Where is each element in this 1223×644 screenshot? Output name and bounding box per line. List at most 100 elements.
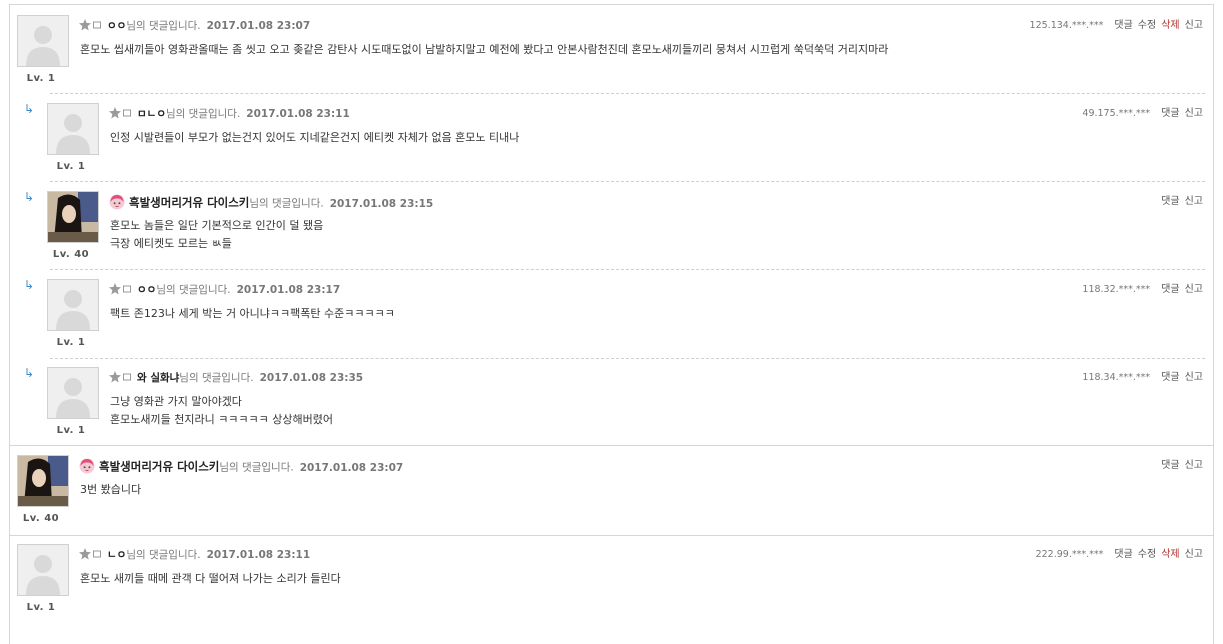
avatar[interactable] <box>47 367 99 419</box>
member-icon <box>79 458 95 477</box>
comment-item: Lv. 1 ㄴㅇ님의 댓글입니다. 2017.01.08 23:11 혼모노 새끼들 … <box>10 544 1213 628</box>
comment-text: 혼모노 씹새끼들아 영화관올때는 좀 씻고 오고 좆같은 감탄사 시도때도없이 … <box>80 43 889 56</box>
comment-text: 혼모노 새끼들 때메 관객 다 떨어져 나가는 소리가 들린다 <box>80 572 341 585</box>
user-level: Lv. 1 <box>56 161 86 172</box>
avatar[interactable] <box>17 15 69 67</box>
avatar[interactable] <box>47 191 99 243</box>
reply-arrow-icon: ↳ <box>24 102 35 116</box>
user-level: Lv. 1 <box>56 425 86 436</box>
anonymous-icon <box>109 282 133 298</box>
author-suffix: 님의 댓글입니다. <box>156 284 231 296</box>
delete-button[interactable]: 삭제 <box>1161 20 1179 31</box>
anonymous-icon <box>79 547 103 563</box>
reply-item: ↳ Lv. 1 와 실화냐님의 댓글입니다. 2017.01.08 23:35 그냥 영… <box>10 366 1213 451</box>
anonymous-icon <box>109 370 133 386</box>
reply-button[interactable]: 댓글 <box>1161 372 1179 383</box>
comment-header: 흑발생머리거유 다이스키님의 댓글입니다. 2017.01.08 23:15 <box>109 194 433 210</box>
reply-arrow-icon: ↳ <box>24 366 35 380</box>
author-ip: 118.34.***.*** <box>1082 372 1151 383</box>
comment-text: 그냥 영화관 가지 말아야겠다 <box>110 395 242 408</box>
comment-header: ㅁㄴㅇ님의 댓글입니다. 2017.01.08 23:11 <box>109 106 350 122</box>
comment-text: 팩트 존123나 세게 박는 거 아니냐ㅋㅋ팩폭탄 수준ㅋㅋㅋㅋㅋ <box>110 307 395 320</box>
comment-header: ㅇㅇ님의 댓글입니다. 2017.01.08 23:07 <box>79 18 310 34</box>
author-suffix: 님의 댓글입니다. <box>179 372 254 384</box>
report-button[interactable]: 신고 <box>1185 460 1203 471</box>
comment-date: 2017.01.08 23:11 <box>206 549 311 561</box>
comment-actions: 118.34.***.*** 댓글 신고 <box>1082 368 1203 383</box>
author-suffix: 님의 댓글입니다. <box>219 461 294 474</box>
comment-actions: 222.99.***.*** 댓글 수정 삭제 신고 <box>1036 545 1203 560</box>
comment-list: Lv. 1 ㅇㅇ님의 댓글입니다. 2017.01.08 23:07 혼모노 씹새끼들… <box>9 4 1214 644</box>
reply-button[interactable]: 댓글 <box>1161 460 1179 471</box>
comment-date: 2017.01.08 23:11 <box>246 108 350 120</box>
author-suffix: 님의 댓글입니다. <box>126 20 201 32</box>
author-ip: 222.99.***.*** <box>1035 549 1104 560</box>
user-level: Lv. 1 <box>56 337 86 348</box>
anonymous-icon <box>79 18 103 34</box>
avatar[interactable] <box>47 279 99 331</box>
delete-button[interactable]: 삭제 <box>1161 549 1179 560</box>
author-suffix: 님의 댓글입니다. <box>249 197 324 210</box>
user-level: Lv. 40 <box>22 513 60 524</box>
author-suffix: 님의 댓글입니다. <box>126 549 201 561</box>
author-nickname[interactable]: 흑발생머리거유 다이스키 <box>99 460 219 474</box>
edit-button[interactable]: 수정 <box>1138 20 1156 31</box>
author-nickname[interactable]: ㅁㄴㅇ <box>137 108 166 120</box>
comment-actions: 댓글 신고 <box>1156 192 1203 207</box>
avatar[interactable] <box>17 455 69 507</box>
comment-actions: 125.134.***.*** 댓글 수정 삭제 신고 <box>1030 16 1203 31</box>
reply-arrow-icon: ↳ <box>24 278 35 292</box>
member-icon <box>109 194 125 213</box>
reply-item: ↳ Lv. 1 ㅇㅇ님의 댓글입니다. 2017.01.08 23:17 팩트 존123… <box>10 278 1213 363</box>
comment-text: 극장 에티켓도 모르는 ㅄ들 <box>110 237 232 250</box>
comment-item: Lv. 1 ㅇㅇ님의 댓글입니다. 2017.01.08 23:07 혼모노 씹새끼들… <box>10 15 1213 99</box>
reply-button[interactable]: 댓글 <box>1161 196 1179 207</box>
comment-text: 혼모노 놈들은 일단 기본적으로 인간이 덜 됐음 <box>110 219 324 232</box>
author-ip: 118.32.***.*** <box>1082 284 1151 295</box>
author-ip: 125.134.***.*** <box>1029 20 1104 31</box>
user-level: Lv. 1 <box>26 602 56 613</box>
comment-actions: 118.32.***.*** 댓글 신고 <box>1082 280 1203 295</box>
comment-text: 인정 시발련들이 부모가 없는건지 있어도 지네같은건지 에티켓 자체가 없음 … <box>110 131 520 144</box>
author-ip: 49.175.***.*** <box>1082 108 1151 119</box>
comment-header: 흑발생머리거유 다이스키님의 댓글입니다. 2017.01.08 23:07 <box>79 458 403 474</box>
comment-date: 2017.01.08 23:15 <box>329 197 434 210</box>
anonymous-icon <box>109 106 133 122</box>
report-button[interactable]: 신고 <box>1185 549 1203 560</box>
author-suffix: 님의 댓글입니다. <box>165 108 241 120</box>
author-nickname[interactable]: ㄴㅇ <box>107 549 126 561</box>
reply-item: ↳ Lv. 1 ㅁㄴㅇ님의 댓글입니다. 2017.01.08 23:11 인정 시발련… <box>10 102 1213 187</box>
author-nickname[interactable]: 흑발생머리거유 다이스키 <box>129 196 249 210</box>
avatar[interactable] <box>17 544 69 596</box>
reply-item: ↳ Lv. 40 흑발생머리거유 다이스키님의 댓글입니다. 2017.01.08 2… <box>10 190 1213 275</box>
user-level: Lv. 40 <box>52 249 90 260</box>
edit-button[interactable]: 수정 <box>1138 549 1156 560</box>
comment-actions: 댓글 신고 <box>1156 456 1203 471</box>
comment-date: 2017.01.08 23:35 <box>259 372 364 384</box>
reply-button[interactable]: 댓글 <box>1161 284 1179 295</box>
report-button[interactable]: 신고 <box>1185 108 1203 119</box>
comment-header: ㅇㅇ님의 댓글입니다. 2017.01.08 23:17 <box>109 282 340 298</box>
report-button[interactable]: 신고 <box>1185 372 1203 383</box>
comment-item: Lv. 40 흑발생머리거유 다이스키님의 댓글입니다. 2017.01.08 23… <box>10 455 1213 539</box>
comment-header: 와 실화냐님의 댓글입니다. 2017.01.08 23:35 <box>109 370 363 386</box>
report-button[interactable]: 신고 <box>1185 20 1203 31</box>
comment-date: 2017.01.08 23:17 <box>236 284 341 296</box>
comment-header: ㄴㅇ님의 댓글입니다. 2017.01.08 23:11 <box>79 547 310 563</box>
comment-text: 혼모노새끼들 천지라니 ㅋㅋㅋㅋㅋ 상상해버렸어 <box>110 413 334 426</box>
comment-actions: 49.175.***.*** 댓글 신고 <box>1082 104 1203 119</box>
user-level: Lv. 1 <box>26 73 56 84</box>
comment-date: 2017.01.08 23:07 <box>299 461 404 474</box>
avatar[interactable] <box>47 103 99 155</box>
comment-date: 2017.01.08 23:07 <box>206 20 311 32</box>
report-button[interactable]: 신고 <box>1185 196 1203 207</box>
reply-button[interactable]: 댓글 <box>1114 549 1132 560</box>
author-nickname[interactable]: ㅇㅇ <box>107 20 126 32</box>
author-nickname[interactable]: 와 실화냐 <box>137 372 179 384</box>
reply-arrow-icon: ↳ <box>24 190 35 204</box>
author-nickname[interactable]: ㅇㅇ <box>137 284 156 296</box>
reply-button[interactable]: 댓글 <box>1114 20 1132 31</box>
comment-text: 3번 봤습니다 <box>80 483 142 496</box>
report-button[interactable]: 신고 <box>1185 284 1203 295</box>
reply-button[interactable]: 댓글 <box>1161 108 1179 119</box>
